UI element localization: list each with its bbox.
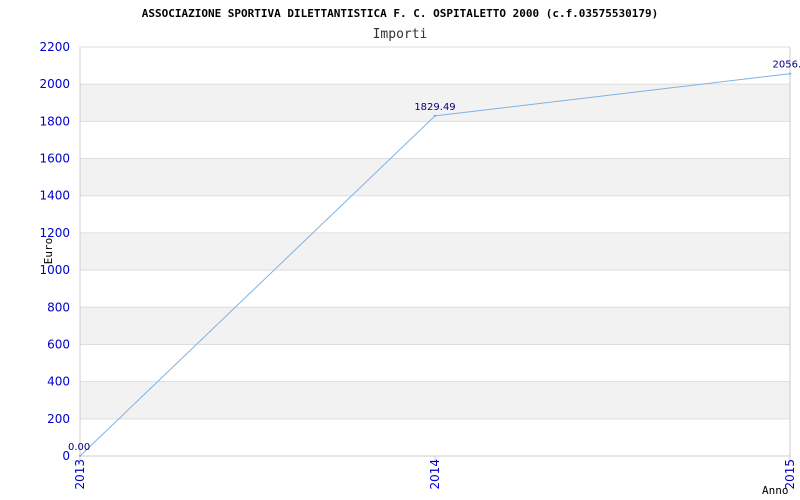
grid-band [80, 270, 790, 308]
grid-band [80, 344, 790, 382]
x-tick-label: 2014 [428, 459, 442, 490]
chart-subtitle: Importi [373, 27, 428, 42]
data-label: 0.00 [68, 442, 90, 453]
x-axis-ticks: 2013 2014 2015 [73, 456, 797, 490]
x-tick-label: 2013 [73, 459, 87, 490]
y-tick-label: 200 [47, 412, 70, 426]
grid-band [80, 381, 790, 419]
y-tick-label: 2000 [39, 77, 70, 91]
y-tick-label: 600 [47, 337, 70, 351]
y-tick-label: 1400 [39, 189, 70, 203]
y-tick-label: 1800 [39, 114, 70, 128]
x-axis-label: Anno [762, 484, 789, 497]
grid-band [80, 195, 790, 233]
grid-band [80, 158, 790, 196]
data-point [433, 114, 437, 118]
grid-band [80, 47, 790, 85]
chart-title: ASSOCIAZIONE SPORTIVA DILETTANTISTICA F.… [142, 7, 659, 20]
y-tick-label: 0 [62, 449, 70, 463]
grid-band [80, 232, 790, 271]
line-chart: 0.001829.492056.4 0200400600800100012001… [39, 7, 800, 497]
y-tick-label: 800 [47, 300, 70, 314]
grid-band [80, 121, 790, 159]
grid-band [80, 307, 790, 345]
data-label: 2056.4 [773, 60, 800, 71]
data-label: 1829.49 [414, 102, 455, 113]
y-tick-label: 2200 [39, 40, 70, 54]
y-axis-label: Euro [42, 238, 55, 265]
grid-band [80, 418, 790, 456]
y-tick-label: 1600 [39, 152, 70, 166]
y-tick-label: 400 [47, 375, 70, 389]
data-point [788, 72, 792, 75]
